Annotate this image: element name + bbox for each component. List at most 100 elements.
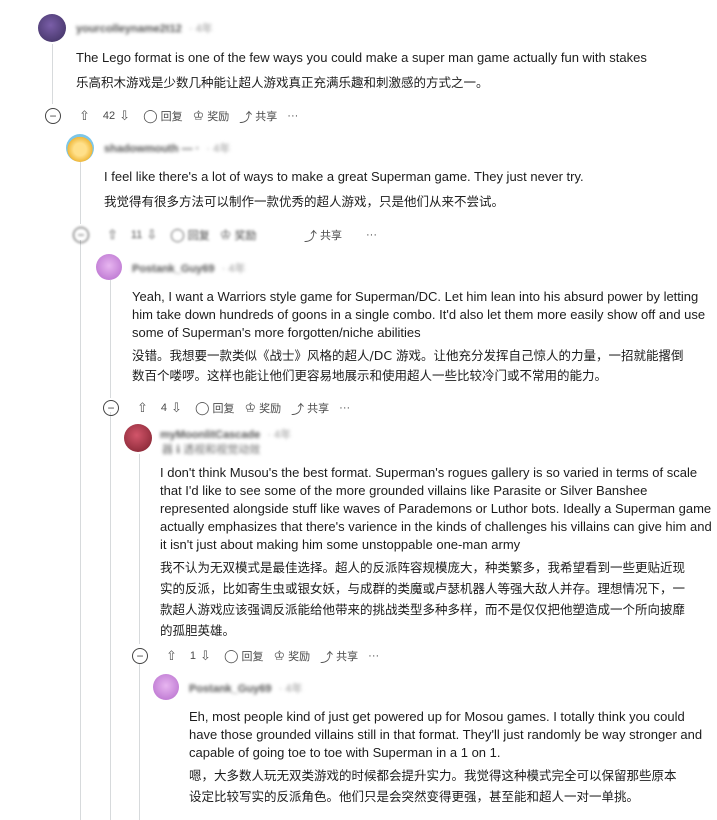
thread-line[interactable] [110, 412, 111, 820]
collapse-icon[interactable]: − [103, 400, 119, 416]
downvote-button[interactable]: ⇩ [200, 648, 214, 664]
reply-label: 回复 [212, 403, 235, 415]
reply-label: 回复 [160, 111, 183, 123]
comment-icon: ◯ [223, 648, 239, 663]
vote-count: 1 [189, 650, 197, 662]
award-button[interactable]: ♔ 奖励 [193, 108, 230, 124]
comment-meta: myMoonlitCascade · 4年 [160, 426, 291, 442]
share-button[interactable]: ⤴ 共享 [304, 226, 342, 245]
award-button[interactable]: ♔ 奖励 [245, 400, 282, 416]
comment-actions: − ⇧ 11 ⇩ ◯ 回复 ♔ 奖励 [73, 224, 266, 246]
upvote-button[interactable]: ⇧ [107, 227, 121, 243]
thread-line[interactable] [80, 162, 81, 224]
comment-actions-extra: ⤴ 共享 ··· [304, 224, 387, 246]
arrow-up-icon: ⇧ [107, 227, 118, 242]
username[interactable]: myMoonlitCascade [160, 429, 260, 441]
comment-text-zh: 乐高积木游戏是少数几种能让超人游戏真正充满乐趣和刺激感的方式之一。 [76, 75, 489, 90]
thread-line[interactable] [139, 454, 140, 644]
username[interactable]: shadowmouth — · [104, 143, 199, 155]
award-label: 奖励 [259, 403, 282, 415]
award-button[interactable]: ♔ 奖励 [220, 227, 257, 243]
timestamp: · 4年 [188, 23, 213, 35]
vote-count: 42 [102, 110, 116, 122]
comment-text-en: I feel like there's a lot of ways to mak… [104, 169, 584, 184]
arrow-up-icon: ⇧ [137, 400, 148, 415]
comment-icon: ◯ [194, 400, 210, 415]
award-label: 奖励 [207, 111, 230, 123]
comment-text-zh: 我不认为无双模式是最佳选择。超人的反派阵容规模庞大，种类繁多，我希望看到一些更贴… [160, 560, 686, 575]
more-button[interactable]: ··· [339, 402, 350, 414]
share-label: 共享 [255, 111, 278, 123]
reply-button[interactable]: ◯ 回复 [195, 400, 235, 416]
avatar[interactable] [38, 14, 66, 42]
avatar[interactable] [66, 134, 94, 162]
comment-actions: − ⇧ 42 ⇩ ◯ 回复 ♔ 奖励 ⤴ 共享 ··· [45, 105, 308, 127]
comment-text-en: represented alongside stuff like waves o… [160, 501, 712, 516]
share-icon: ⤴ [291, 401, 305, 417]
arrow-down-icon: ⇩ [200, 648, 211, 663]
collapse-icon[interactable]: − [45, 108, 61, 124]
share-button[interactable]: ⤴ 共享 [291, 399, 329, 418]
avatar[interactable] [153, 674, 179, 700]
comment-text-en: Eh, most people kind of just get powered… [189, 709, 685, 724]
collapse-icon[interactable]: − [132, 648, 148, 664]
reply-button[interactable]: ◯ 回复 [143, 108, 183, 124]
comment-text-zh: 款超人游戏应该强调反派能给他带来的挑战类型多种多样，而不是仅仅把他塑造成一个所向… [160, 602, 686, 617]
comment-icon: ◯ [170, 227, 185, 242]
more-button[interactable]: ··· [366, 229, 377, 241]
username[interactable]: Postank_Guy69 [189, 683, 272, 695]
avatar[interactable] [124, 424, 152, 452]
downvote-button[interactable]: ⇩ [119, 108, 133, 124]
upvote-button[interactable]: ⇧ [166, 648, 180, 664]
arrow-down-icon: ⇩ [171, 400, 182, 415]
timestamp: · 4年 [267, 429, 292, 441]
share-button[interactable]: ⤴ 共享 [239, 107, 277, 126]
comment-text-zh: 设定比较写实的反派角色。他们只是会突然变得更强，甚至能和超人一对一单挑。 [189, 789, 640, 804]
share-label: 共享 [307, 403, 330, 415]
comment-text-en: actually emphasizes that there's varienc… [160, 519, 712, 534]
comment-text-zh: 数百个喽啰。这样也能让他们更容易地展示和使用超人一些比较冷门或不常用的能力。 [132, 368, 608, 383]
username[interactable]: yourcolleyname2t12 [76, 23, 182, 35]
award-label: 奖励 [288, 651, 311, 663]
comment-text-en: I don't think Musou's the best format. S… [160, 465, 698, 480]
award-icon: ♔ [192, 108, 205, 123]
downvote-button[interactable]: ⇩ [146, 227, 160, 243]
thread-line[interactable] [139, 664, 140, 820]
comment-actions: − ⇧ 1 ⇩ ◯ 回复 ♔ 奖励 ⤴ 共享 ··· [132, 645, 389, 667]
timestamp: · 4年 [206, 143, 231, 155]
comment-text-en: that I'd like to see some of the more gr… [160, 483, 648, 498]
comment-meta: yourcolleyname2t12 · 4年 [76, 20, 213, 36]
arrow-up-icon: ⇧ [166, 648, 177, 663]
reply-button[interactable]: ◯ 回复 [170, 227, 210, 243]
award-button[interactable]: ♔ 奖励 [274, 648, 311, 664]
thread-line[interactable] [110, 280, 111, 398]
comment-icon: ◯ [143, 108, 158, 123]
share-icon: ⤴ [320, 649, 334, 665]
upvote-button[interactable]: ⇧ [79, 108, 93, 124]
flair-text: 器 ℹ 透视和视觉动效 [162, 444, 261, 456]
more-button[interactable]: ··· [287, 110, 298, 122]
comment-text-en: The Lego format is one of the few ways y… [76, 50, 647, 65]
comment-meta: Postank_Guy69 · 4年 [132, 260, 245, 276]
vote-count: 11 [130, 229, 143, 241]
arrow-down-icon: ⇩ [119, 108, 131, 123]
share-label: 共享 [336, 651, 359, 663]
reply-label: 回复 [241, 651, 264, 663]
share-label: 共享 [320, 230, 343, 242]
award-icon: ♔ [219, 227, 232, 242]
share-button[interactable]: ⤴ 共享 [320, 647, 358, 666]
collapse-icon[interactable]: − [73, 227, 89, 243]
thread-line[interactable] [80, 240, 81, 820]
comment-text-en: him take down hundreds of goons in a sin… [132, 307, 706, 322]
comment-text-zh: 嗯，大多数人玩无双类游戏的时候都会提升实力。我觉得这种模式完全可以保留那些原本 [189, 768, 677, 783]
comment-text-en: have those grounded villains still in th… [189, 727, 703, 742]
avatar[interactable] [96, 254, 122, 280]
more-button[interactable]: ··· [368, 650, 379, 662]
user-flair: 器 ℹ 透视和视觉动效 [162, 441, 260, 457]
upvote-button[interactable]: ⇧ [137, 400, 151, 416]
reply-button[interactable]: ◯ 回复 [224, 648, 264, 664]
username[interactable]: Postank_Guy69 [132, 263, 215, 275]
thread-line[interactable] [52, 44, 53, 104]
downvote-button[interactable]: ⇩ [171, 400, 185, 416]
comment-text-zh: 没错。我想要一款类似《战士》风格的超人/DC 游戏。让他充分发挥自己惊人的力量，… [132, 348, 684, 363]
